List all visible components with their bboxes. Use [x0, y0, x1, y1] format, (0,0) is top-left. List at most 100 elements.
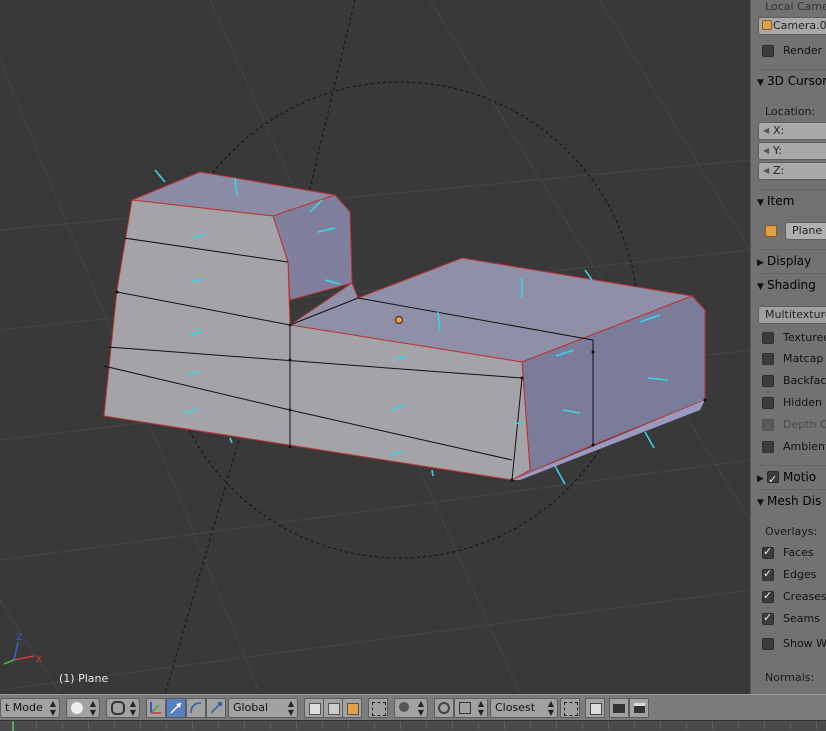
- manipulator-icon: [150, 702, 161, 714]
- shading-mode-dropdown[interactable]: Multitexture: [758, 306, 826, 324]
- hidden-wire-label: Hidden W: [783, 396, 826, 409]
- object-name-field[interactable]: Plane: [785, 222, 826, 240]
- rotate-manipulator-button[interactable]: [186, 698, 206, 718]
- limit-selection-icon: [372, 702, 386, 716]
- timeline-tick: [192, 722, 193, 730]
- depth-of-field-checkbox[interactable]: [762, 419, 774, 431]
- properties-panel[interactable]: Local Camera Camera.0 Render B ▼3D Curso…: [750, 0, 826, 694]
- align-rotation-icon: [564, 702, 578, 716]
- x-label: X:: [773, 124, 785, 137]
- render-border-label: Render B: [783, 44, 826, 57]
- collapse-triangle-icon: ▼: [757, 282, 764, 292]
- collapse-triangle-icon: ▼: [757, 198, 764, 208]
- panel-motion-label: Motio: [783, 470, 817, 484]
- creases-checkbox[interactable]: [762, 589, 774, 603]
- ambient-occlusion-label: Ambient: [783, 440, 826, 453]
- backface-culling-checkbox[interactable]: [762, 375, 774, 387]
- render-animation-button[interactable]: [629, 698, 649, 718]
- timeline-tick: [62, 722, 63, 730]
- translate-manipulator-button[interactable]: [166, 698, 186, 718]
- object-origin: [395, 316, 403, 324]
- timeline-tick: [270, 722, 271, 730]
- cursor-z-field[interactable]: ◀ Z:: [758, 162, 826, 180]
- proportional-edit-dropdown[interactable]: ▲ ▼: [394, 698, 428, 718]
- 3d-viewport[interactable]: Z X (1) Plane: [0, 0, 750, 694]
- face-select-button[interactable]: [342, 698, 362, 718]
- seams-checkbox[interactable]: [762, 611, 774, 625]
- camera-field[interactable]: Camera.0: [758, 17, 826, 35]
- panel-3d-cursor[interactable]: ▼ 3D Cursor: [757, 69, 826, 92]
- updown-icon: ▲ ▼: [287, 699, 294, 717]
- manipulator-toggle[interactable]: [146, 698, 166, 718]
- show-weights-checkbox[interactable]: [762, 638, 774, 650]
- timeline-tick: [712, 722, 713, 730]
- cursor-x-field[interactable]: ◀ X:: [758, 122, 826, 140]
- snap-element-dropdown[interactable]: ▲ ▼: [454, 698, 488, 718]
- timeline-tick: [608, 722, 609, 730]
- timeline-tick: [816, 722, 817, 730]
- y-label: Y:: [773, 144, 782, 157]
- solid-sphere-icon: [71, 702, 83, 714]
- textured-solid-label: Textured: [783, 331, 826, 344]
- edges-checkbox[interactable]: [762, 567, 774, 581]
- local-camera-label: Local Camera: [765, 0, 826, 13]
- timeline-tick: [348, 722, 349, 730]
- expand-triangle-icon: ▶: [757, 258, 764, 268]
- timeline-tick: [504, 722, 505, 730]
- timeline-tick: [166, 722, 167, 730]
- timeline-tick: [582, 722, 583, 730]
- scale-manipulator-button[interactable]: [206, 698, 226, 718]
- collapse-triangle-icon: ▼: [757, 78, 764, 88]
- hidden-wire-checkbox[interactable]: [762, 397, 774, 409]
- panel-shading[interactable]: ▼ Shading: [757, 273, 826, 296]
- render-opengl-still-button[interactable]: [585, 698, 605, 718]
- motion-tracking-checkbox[interactable]: [767, 469, 779, 491]
- timeline-strip[interactable]: [0, 720, 826, 731]
- transform-orientation-dropdown[interactable]: Global ▲ ▼: [228, 698, 298, 718]
- render-border-checkbox[interactable]: [762, 45, 774, 57]
- cursor-y-field[interactable]: ◀ Y:: [758, 142, 826, 160]
- decrement-arrow-icon: ◀: [763, 146, 770, 155]
- snap-align-rotation-button[interactable]: [560, 698, 580, 718]
- rotate-arc-icon: [190, 702, 202, 714]
- ambient-occlusion-checkbox[interactable]: [762, 441, 774, 453]
- orientation-label: Global: [233, 701, 269, 714]
- viewport-shading-dropdown[interactable]: ▲ ▼: [66, 698, 100, 718]
- faces-label: Faces: [783, 546, 814, 559]
- normals-label: Normals:: [765, 671, 815, 684]
- vertex-select-button[interactable]: [304, 698, 324, 718]
- panel-display-label: Display: [767, 254, 812, 268]
- timeline-tick: [660, 722, 661, 730]
- faces-checkbox[interactable]: [762, 545, 774, 559]
- scene-canvas[interactable]: Z X: [0, 0, 750, 694]
- panel-shading-label: Shading: [767, 278, 816, 292]
- backface-culling-label: Backface: [783, 374, 826, 387]
- updown-icon: ▲ ▼: [477, 699, 484, 717]
- z-label: Z:: [773, 164, 785, 177]
- camera-icon: [762, 20, 772, 30]
- mode-dropdown[interactable]: t Mode ▲ ▼: [0, 698, 60, 718]
- camera-field-value: Camera.0: [773, 19, 826, 32]
- timeline-tick: [322, 722, 323, 730]
- panel-item[interactable]: ▼ Item: [757, 189, 826, 212]
- snap-target-dropdown[interactable]: Closest ▲ ▼: [490, 698, 558, 718]
- limit-selection-button[interactable]: [368, 698, 388, 718]
- matcap-checkbox[interactable]: [762, 353, 774, 365]
- expand-triangle-icon: ▶: [757, 474, 764, 484]
- mesh-object[interactable]: [103, 169, 707, 485]
- timeline-tick: [218, 722, 219, 730]
- updown-icon: ▲ ▼: [89, 699, 96, 717]
- panel-display[interactable]: ▶ Display: [757, 249, 826, 272]
- panel-mesh-display[interactable]: ▼ Mesh Dis: [757, 489, 826, 512]
- seams-label: Seams: [783, 612, 820, 625]
- edge-select-button[interactable]: [323, 698, 343, 718]
- snap-toggle-button[interactable]: [434, 698, 454, 718]
- timeline-tick: [140, 722, 141, 730]
- timeline-tick: [88, 722, 89, 730]
- textured-solid-checkbox[interactable]: [762, 332, 774, 344]
- edge-select-icon: [328, 703, 340, 715]
- panel-motion[interactable]: ▶ Motio: [757, 465, 826, 491]
- face-select-icon: [347, 703, 359, 715]
- pivot-point-dropdown[interactable]: ▲ ▼: [106, 698, 140, 718]
- camera-render-button[interactable]: [609, 698, 629, 718]
